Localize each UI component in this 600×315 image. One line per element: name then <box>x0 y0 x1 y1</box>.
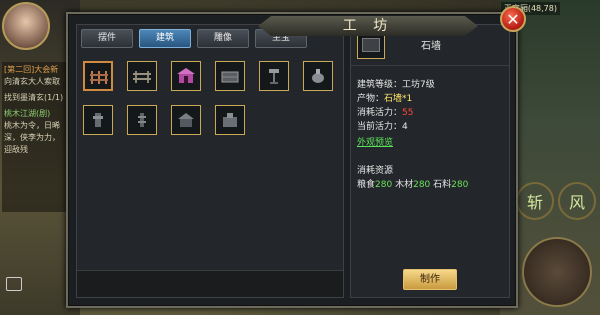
censer-icon <box>312 69 324 83</box>
product-value: 石墙*1 <box>384 94 413 104</box>
chat-line: 深，侠李为力， <box>4 133 60 142</box>
chat-line: [第二回]大会新 <box>4 65 59 74</box>
resource-stone-value: 280 <box>451 180 469 190</box>
close-button[interactable]: ✕ <box>500 6 526 32</box>
item-slot-censer[interactable] <box>303 61 333 91</box>
pane-footer <box>77 270 343 297</box>
cost-vigor-value: 55 <box>402 108 414 118</box>
resource-wood-label: 木材 <box>395 180 414 190</box>
current-vigor-value: 4 <box>402 122 408 132</box>
current-vigor-row: 当前活力：4 <box>357 119 408 132</box>
cost-vigor-row: 消耗活力：55 <box>357 105 413 118</box>
cost-vigor-label: 消耗活力： <box>357 108 403 118</box>
item-detail-pane: 石墙 建筑等级：工坊7级 产物：石墙*1 消耗活力：55 当前活力：4 外观预览… <box>350 24 510 298</box>
resource-row: 粮食280 木材280 石料280 <box>357 177 468 190</box>
resource-stone-label: 石料 <box>433 180 452 190</box>
player-avatar[interactable] <box>2 2 50 50</box>
window-title-bar: 工 坊 <box>258 14 478 38</box>
window-title: 工 坊 <box>342 18 394 34</box>
item-slot-tower[interactable] <box>215 105 245 135</box>
item-slot-stone-wall[interactable] <box>215 61 245 91</box>
tab-ornament[interactable]: 摆件 <box>81 29 133 48</box>
lamp-icon <box>269 69 279 84</box>
item-slot-lamp[interactable] <box>259 61 289 91</box>
building-level-label: 建筑等级： <box>357 80 403 90</box>
tab-statue[interactable]: 雕像 <box>197 29 249 48</box>
skill-button-1[interactable]: 斩 <box>516 182 554 220</box>
pavilion-icon <box>178 113 194 127</box>
resource-title: 消耗资源 <box>357 166 394 176</box>
appearance-preview-link[interactable]: 外观预览 <box>357 135 393 148</box>
product-label: 产物： <box>357 94 385 104</box>
chat-line: 桃木江湖(剧) <box>4 109 51 118</box>
item-slot-shrine[interactable] <box>171 61 201 91</box>
item-slot-fence-2[interactable] <box>127 61 157 91</box>
chat-line: 找到墨清玄(1/1) <box>4 93 64 102</box>
make-button[interactable]: 制作 <box>403 269 457 290</box>
quest-chat-panel[interactable]: [第二回]大会新 向清玄大人索取 找到墨清玄(1/1) 桃木江湖(剧) 桃木为令… <box>2 62 72 212</box>
fence-icon <box>90 71 108 84</box>
building-level-value: 工坊7级 <box>402 80 435 90</box>
stone-wall-icon <box>221 71 239 83</box>
item-list-pane: 摆件 建筑 雕像 至宝 <box>76 24 344 298</box>
workshop-window: 摆件 建筑 雕像 至宝 石墙 建筑等级：工坊7级 产物：石墙*1 消耗活力：55… <box>66 12 518 308</box>
fence-icon <box>133 71 151 83</box>
skill-button-2[interactable]: 风 <box>558 182 596 220</box>
camera-icon[interactable] <box>6 277 22 291</box>
building-level-row: 建筑等级：工坊7级 <box>357 77 435 90</box>
chat-line: 迎敌残 <box>4 145 28 154</box>
tab-building[interactable]: 建筑 <box>139 29 191 48</box>
item-slot-pavilion[interactable] <box>171 105 201 135</box>
item-slot-fence[interactable] <box>83 61 113 91</box>
divider <box>351 65 509 66</box>
shrine-icon <box>177 68 195 83</box>
tower-icon <box>223 113 237 127</box>
product-row: 产物：石墙*1 <box>357 91 412 104</box>
current-vigor-label: 当前活力： <box>357 122 403 132</box>
item-name: 石墙 <box>421 41 441 52</box>
resource-food-label: 粮食 <box>357 180 376 190</box>
pagoda-icon <box>138 113 146 127</box>
attack-button[interactable] <box>522 237 592 307</box>
resource-wood-value: 280 <box>413 180 431 190</box>
item-slot-stone-lantern[interactable] <box>83 105 113 135</box>
resource-food-value: 280 <box>375 180 393 190</box>
lantern-icon <box>93 113 103 127</box>
chat-line: 桃木为令，日晞 <box>4 121 60 130</box>
chat-line: 向清玄大人索取 <box>4 77 60 86</box>
item-slot-pagoda[interactable] <box>127 105 157 135</box>
stone-wall-icon <box>362 38 380 52</box>
